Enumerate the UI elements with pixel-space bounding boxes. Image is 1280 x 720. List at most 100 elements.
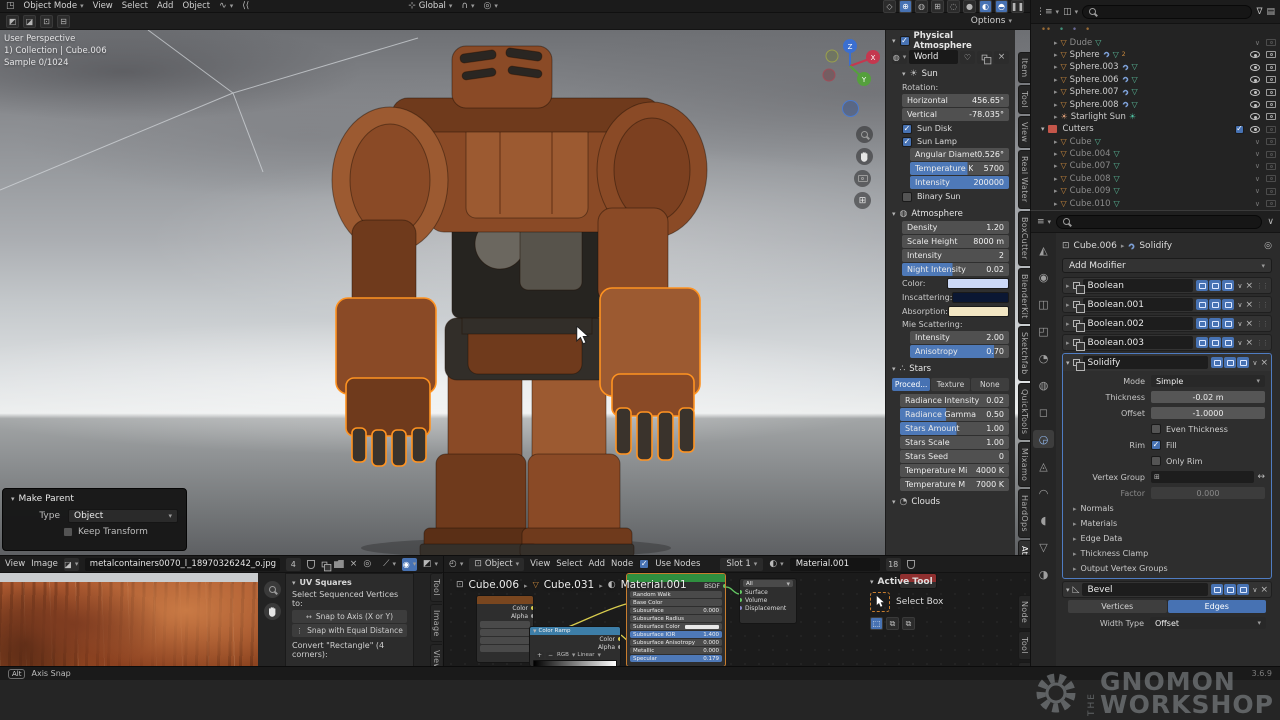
snap-axis-button[interactable]: ↔Snap to Axis (X or Y) — [292, 610, 407, 623]
display-toggles[interactable] — [1196, 318, 1234, 329]
properties-tab-icon[interactable]: ▽ — [1033, 538, 1054, 556]
render-camera-icon[interactable] — [1266, 151, 1276, 158]
sidebar-tab[interactable]: Item — [1018, 52, 1030, 83]
disclosure-open-icon[interactable] — [1041, 125, 1045, 133]
editor-type-icon[interactable]: ◴ — [449, 559, 463, 569]
object-name[interactable]: Cutters — [1063, 124, 1094, 134]
menu-view[interactable]: View — [5, 559, 25, 569]
value-slider[interactable]: Radiance Intensity0.02 — [900, 394, 1009, 407]
subsection-header[interactable]: Output Vertex Groups — [1063, 561, 1271, 576]
value-slider[interactable]: Intensity200000 — [910, 176, 1009, 189]
render-camera-icon[interactable] — [1266, 163, 1276, 170]
properties-tab-icon[interactable]: ◭ — [1033, 241, 1054, 259]
parent-type-dropdown[interactable]: Object — [68, 509, 178, 523]
display-mode-icon[interactable]: ◫ — [1063, 7, 1078, 17]
shader-scope-dropdown[interactable]: ⊡Object — [469, 558, 524, 571]
sidebar-tab[interactable]: BlenderKit — [1018, 268, 1030, 325]
unlink-image-icon[interactable] — [350, 559, 358, 569]
sidebar-tab[interactable]: Atmosphere — [1018, 540, 1030, 555]
outliner-item[interactable]: ▽ Sphere.007 ▽ ∨ — [1031, 86, 1280, 98]
node-graph[interactable]: Color Alpha Color Ramp Color Alpha + − R… — [444, 573, 1030, 666]
principled-field[interactable]: Random Walk — [630, 591, 722, 598]
outliner-item[interactable]: ▽ Cube.010 ▽ ∨ — [1031, 197, 1280, 209]
properties-tab-icon[interactable]: ◫ — [1033, 295, 1054, 313]
hide-eye-icon[interactable] — [1250, 113, 1260, 120]
minus-z-axis-icon[interactable] — [842, 100, 859, 117]
outliner-item[interactable]: ▽ Sphere.006 ▽ ∨ — [1031, 74, 1280, 86]
material-users-badge[interactable]: 18 — [886, 558, 901, 571]
sidebar-tab[interactable]: Sketchfab — [1018, 326, 1030, 380]
subsection-header[interactable]: Normals — [1063, 501, 1271, 516]
world-name-field[interactable]: World — [909, 50, 958, 64]
perspective-toggle-icon[interactable]: ⊞ — [854, 192, 871, 209]
pan-hand-icon[interactable] — [856, 148, 873, 165]
value-slider[interactable]: Angular Diamet0.526° — [910, 148, 1009, 161]
collapse-arrow[interactable] — [870, 577, 874, 587]
outliner-item[interactable]: ▽ Sphere.003 ▽ ∨ — [1031, 61, 1280, 73]
color-ramp-node[interactable]: Color Ramp Color Alpha + − RGB Linear — [529, 626, 621, 666]
collapsed-eye-icon[interactable]: ∨ — [1255, 150, 1260, 158]
zoom-icon[interactable] — [264, 581, 281, 598]
outliner-item[interactable]: ☀ Starlight Sun ☀ ∨ — [1031, 111, 1280, 123]
object-name[interactable]: Starlight Sun — [1071, 112, 1126, 122]
menu-select[interactable]: Select — [122, 1, 148, 11]
outliner-item[interactable]: ▽ Cube.004 ▽ ∨ — [1031, 148, 1280, 160]
viewport-3d[interactable]: User Perspective 1) Collection | Cube.00… — [0, 30, 1030, 555]
object-name[interactable]: Cube — [1070, 137, 1092, 147]
render-camera-icon[interactable] — [1266, 138, 1276, 145]
properties-tab-icon[interactable]: ◶ — [1033, 430, 1054, 448]
solidify-mode-dropdown[interactable]: Simple — [1151, 375, 1265, 387]
expand-icon[interactable] — [1066, 300, 1070, 310]
outliner-item[interactable]: ▽ Cube.009 ▽ ∨ — [1031, 185, 1280, 197]
drag-handle[interactable] — [1256, 319, 1268, 329]
drag-handle[interactable] — [1256, 300, 1268, 310]
drag-handle[interactable] — [1256, 338, 1268, 348]
outliner-options-icon[interactable]: ▤ — [1266, 7, 1275, 17]
value-slider[interactable]: Scale Height8000 m — [902, 235, 1009, 248]
pan-hand-icon[interactable] — [264, 603, 281, 620]
disclosure-icon[interactable] — [1054, 50, 1058, 60]
extras-chevron-icon[interactable]: ∨ — [1237, 282, 1242, 290]
modifier-name-field[interactable]: Solidify — [1083, 356, 1209, 369]
keep-transform-checkbox[interactable] — [63, 527, 73, 537]
principled-field[interactable]: Metallic0.000 — [630, 647, 722, 654]
value-slider[interactable]: Intensity2 — [902, 249, 1009, 262]
render-camera-icon[interactable] — [1266, 101, 1276, 108]
material-output-node[interactable]: All Surface Volume Displacement — [739, 578, 797, 624]
pause-render-icon[interactable]: ❚❚ — [1011, 0, 1024, 13]
new-world-icon[interactable] — [977, 51, 992, 64]
mode-select[interactable]: Object Mode — [24, 1, 84, 11]
select-mode-1-icon[interactable]: ◩ — [6, 15, 19, 28]
properties-tab-icon[interactable]: ◬ — [1033, 457, 1054, 475]
disclosure-icon[interactable] — [1054, 38, 1058, 48]
hide-eye-icon[interactable] — [1250, 101, 1260, 108]
object-name[interactable]: Cube.010 — [1070, 199, 1111, 209]
display-toggles[interactable] — [1211, 357, 1249, 368]
modifier-header[interactable]: Boolean.002 ∨ — [1062, 315, 1272, 332]
value-slider[interactable]: Stars Scale1.00 — [900, 436, 1009, 449]
properties-tab-icon[interactable]: ◑ — [1033, 565, 1054, 583]
value-slider[interactable]: Stars Amount1.00 — [900, 422, 1009, 435]
outliner-item[interactable]: ▽ Cube.007 ▽ ∨ — [1031, 160, 1280, 172]
object-name[interactable]: Sphere — [1070, 50, 1100, 60]
breadcrumb-modifier[interactable]: Solidify — [1139, 241, 1172, 251]
value-slider[interactable]: Stars Seed0 — [900, 450, 1009, 463]
delete-modifier-icon[interactable] — [1245, 300, 1253, 310]
shading-wireframe-icon[interactable]: ◌ — [947, 0, 960, 13]
unlink-world-icon[interactable] — [994, 51, 1009, 64]
checkbox[interactable] — [902, 137, 912, 147]
fake-user-shield-icon[interactable] — [907, 560, 915, 569]
invert-vg-icon[interactable]: ↔ — [1257, 472, 1265, 482]
hide-eye-icon[interactable] — [1250, 64, 1260, 71]
annotate-icon[interactable]: ⟨⟨ — [242, 1, 249, 11]
navigation-gizmo[interactable]: Z X Y ⊞ — [820, 38, 880, 208]
pivot-icon[interactable]: ◇ — [883, 0, 896, 13]
disclosure-icon[interactable] — [1054, 199, 1058, 209]
tool-fallback-icon[interactable]: ∿ — [219, 1, 233, 11]
expand-icon[interactable] — [1066, 338, 1070, 348]
render-camera-icon[interactable] — [1266, 175, 1276, 182]
add-modifier-button[interactable]: Add Modifier — [1062, 258, 1272, 273]
options-dropdown[interactable]: Options — [971, 16, 1012, 26]
offset-field[interactable]: -1.0000 — [1151, 407, 1265, 419]
proportional-icon[interactable]: ◉ — [402, 558, 417, 571]
